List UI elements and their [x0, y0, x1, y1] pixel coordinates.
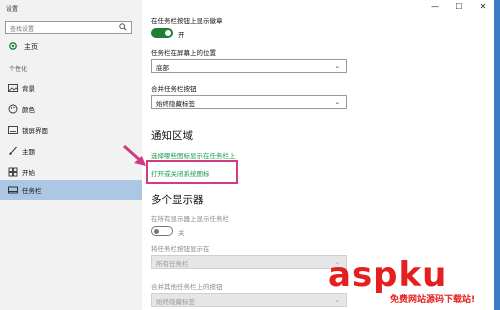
search-placeholder: 查找设置: [10, 26, 35, 33]
multi-show-toggle[interactable]: [151, 226, 173, 236]
sidebar-item-colors[interactable]: 颜色: [0, 99, 142, 119]
multi-combine-label: 合并其他任务栏上的按钮: [151, 283, 223, 291]
multi-buttons-dropdown[interactable]: 所有任务栏 ⌄: [151, 255, 347, 269]
sidebar-item-label: 锁屏界面: [22, 127, 48, 135]
position-label: 任务栏在屏幕上的位置: [151, 49, 216, 57]
position-dropdown[interactable]: 底部 ⌄: [151, 59, 347, 73]
sidebar-item-background[interactable]: 背景: [0, 78, 142, 98]
multi-combine-dropdown[interactable]: 始终隐藏标签 ⌄: [151, 293, 347, 307]
sidebar-item-taskbar[interactable]: 任务栏: [0, 180, 142, 200]
dropdown-value: 始终隐藏标签: [156, 298, 195, 306]
watermark-tagline: 免费网站源码下载站!: [390, 295, 476, 305]
multi-toggle-state: 关: [178, 229, 185, 237]
sidebar-item-lock-screen[interactable]: 锁屏界面: [0, 120, 142, 140]
combine-label: 合并任务栏按钮: [151, 85, 197, 93]
home-label: 主页: [24, 43, 38, 51]
chevron-down-icon: ⌄: [334, 296, 340, 304]
sidebar-item-themes[interactable]: 主题: [0, 141, 142, 161]
dropdown-value: 所有任务栏: [156, 260, 189, 268]
start-icon: [8, 167, 18, 177]
sidebar-item-label: 背景: [22, 85, 35, 93]
window-title: 设置: [6, 6, 19, 13]
chevron-down-icon: ⌄: [334, 98, 340, 106]
chevron-down-icon: ⌄: [334, 62, 340, 70]
sidebar-item-label: 主题: [22, 148, 35, 156]
combine-dropdown[interactable]: 始终隐藏标签 ⌄: [151, 95, 347, 109]
settings-window: 查找设置 主页 个性化 背景 颜色 锁屏界面 主题 开始 任务栏 设置 — ☐ …: [0, 0, 500, 310]
dropdown-value: 始终隐藏标签: [156, 100, 195, 108]
gear-icon: [9, 42, 17, 50]
sidebar-item-label: 任务栏: [22, 187, 42, 195]
section-label: 个性化: [9, 66, 28, 73]
toggle-knob: [154, 228, 159, 234]
search-input[interactable]: 查找设置: [5, 21, 132, 34]
multi-display-heading: 多个显示器: [151, 194, 204, 206]
lock-screen-icon: [8, 126, 18, 134]
multi-buttons-label: 将任务栏按钮显示在: [151, 245, 210, 253]
badges-toggle-state: 开: [178, 31, 185, 39]
desktop-edge: [494, 0, 500, 310]
sidebar: 查找设置 主页 个性化 背景 颜色 锁屏界面 主题 开始 任务栏: [0, 0, 142, 310]
sidebar-item-start[interactable]: 开始: [0, 162, 142, 182]
dropdown-value: 底部: [156, 64, 169, 72]
brush-icon: [9, 146, 17, 155]
system-icons-link[interactable]: 打开或关闭系统图标: [151, 168, 210, 178]
palette-icon: [8, 104, 18, 114]
watermark-logo: aspku: [328, 255, 448, 295]
multi-show-label: 在所有显示器上显示任务栏: [151, 215, 229, 223]
badges-toggle[interactable]: [151, 28, 173, 38]
search-icon: [119, 23, 127, 31]
picture-icon: [8, 84, 18, 92]
badges-label: 在任务栏按钮上显示徽章: [151, 17, 223, 25]
pointer-arrow-icon: [123, 144, 146, 166]
sidebar-item-label: 颜色: [22, 106, 35, 114]
taskbar-icon: [8, 186, 18, 194]
notify-heading: 通知区域: [151, 130, 193, 142]
toggle-knob: [165, 30, 171, 36]
sidebar-item-label: 开始: [22, 169, 35, 177]
select-taskbar-icons-link[interactable]: 选择哪些图标显示在任务栏上: [151, 150, 236, 160]
